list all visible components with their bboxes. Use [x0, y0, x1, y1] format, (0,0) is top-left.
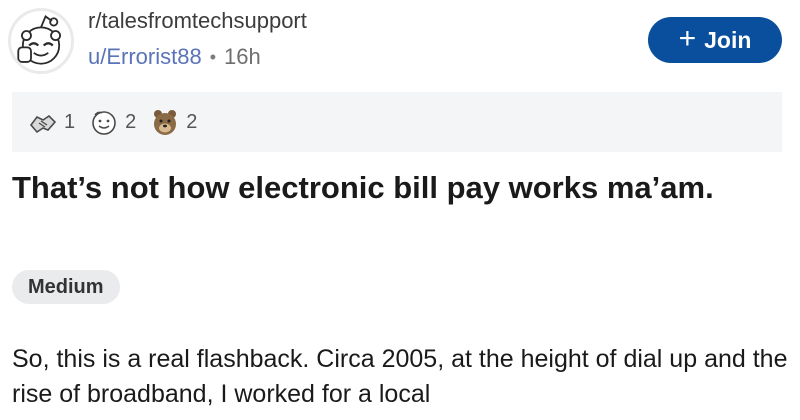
- award-item[interactable]: 2: [89, 107, 136, 137]
- post-meta: u/Errorist88 • 16h: [88, 44, 261, 70]
- wholesome-award-icon: [92, 111, 116, 135]
- handshake-award-icon: [29, 114, 57, 134]
- plus-icon: +: [678, 21, 697, 55]
- awards-bar[interactable]: 1 2 2: [12, 92, 782, 152]
- snoo-avatar-icon: [17, 15, 61, 65]
- award-count: 1: [64, 110, 76, 133]
- join-label: Join: [704, 26, 752, 53]
- author-username[interactable]: u/Errorist88: [88, 44, 202, 70]
- post-title[interactable]: That’s not how electronic bill pay works…: [12, 168, 782, 208]
- bear-award-icon: [154, 110, 177, 135]
- award-count: 2: [186, 110, 198, 133]
- post-body-text: So, this is a real flashback. Circa 2005…: [12, 345, 788, 408]
- meta-separator: •: [209, 46, 217, 67]
- post-flair[interactable]: Medium: [12, 270, 120, 304]
- subreddit-name[interactable]: r/talesfromtechsupport: [88, 8, 307, 34]
- award-count: 2: [125, 110, 137, 133]
- subreddit-avatar[interactable]: [8, 8, 74, 74]
- award-item[interactable]: 1: [28, 107, 75, 137]
- join-button[interactable]: + Join: [648, 17, 782, 63]
- post-age: 16h: [224, 44, 261, 69]
- award-item[interactable]: 2: [150, 107, 197, 137]
